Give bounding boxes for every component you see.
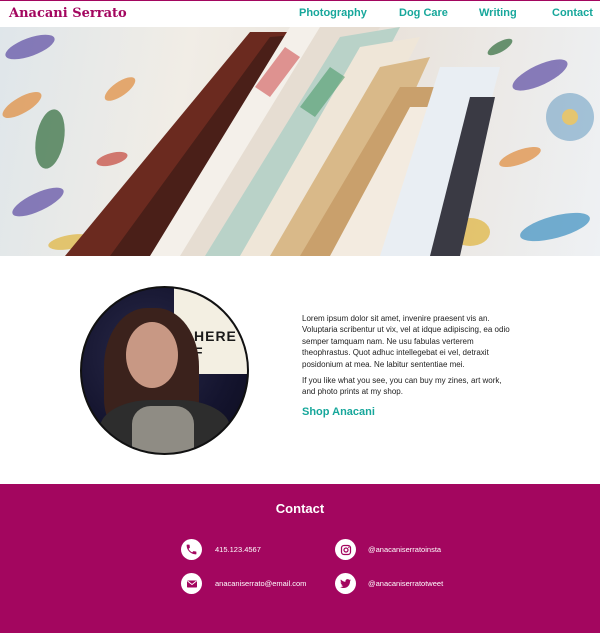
email-address[interactable]: anacaniserrato@email.com	[215, 579, 306, 588]
about-paragraph-1: Lorem ipsum dolor sit amet, invenire pra…	[302, 314, 510, 369]
notebooks-and-feathers-photo	[2, 27, 594, 256]
twitter-icon[interactable]	[335, 573, 356, 594]
instagram-handle[interactable]: @anacaniserratoinsta	[368, 545, 441, 554]
avatar-face	[126, 322, 178, 388]
avatar-sign-text: HERE F	[194, 328, 237, 360]
nav-contact[interactable]: Contact	[552, 7, 593, 19]
mail-icon[interactable]	[181, 573, 202, 594]
instagram-icon[interactable]	[335, 539, 356, 560]
shop-link[interactable]: Shop Anacani	[302, 406, 375, 418]
contact-footer: Contact 415.123.4567 @anacaniserratoinst…	[0, 484, 600, 633]
brand-logo[interactable]: Anacani Serrato	[9, 6, 127, 21]
about-text: Lorem ipsum dolor sit amet, invenire pra…	[302, 313, 512, 418]
footer-title: Contact	[275, 501, 325, 516]
phone-icon[interactable]	[181, 539, 202, 560]
nav-dog-care[interactable]: Dog Care	[399, 7, 448, 19]
about-paragraph-2: If you like what you see, you can buy my…	[302, 376, 502, 397]
profile-photo: HERE F	[80, 286, 249, 455]
hero-image	[0, 27, 600, 256]
phone-number[interactable]: 415.123.4567	[215, 545, 261, 554]
twitter-handle[interactable]: @anacaniserratotweet	[368, 579, 443, 588]
avatar-shirt	[132, 406, 194, 453]
nav-photography[interactable]: Photography	[299, 7, 367, 19]
site-header: Anacani Serrato Photography Dog Care Wri…	[0, 0, 600, 27]
nav-writing[interactable]: Writing	[479, 7, 517, 19]
